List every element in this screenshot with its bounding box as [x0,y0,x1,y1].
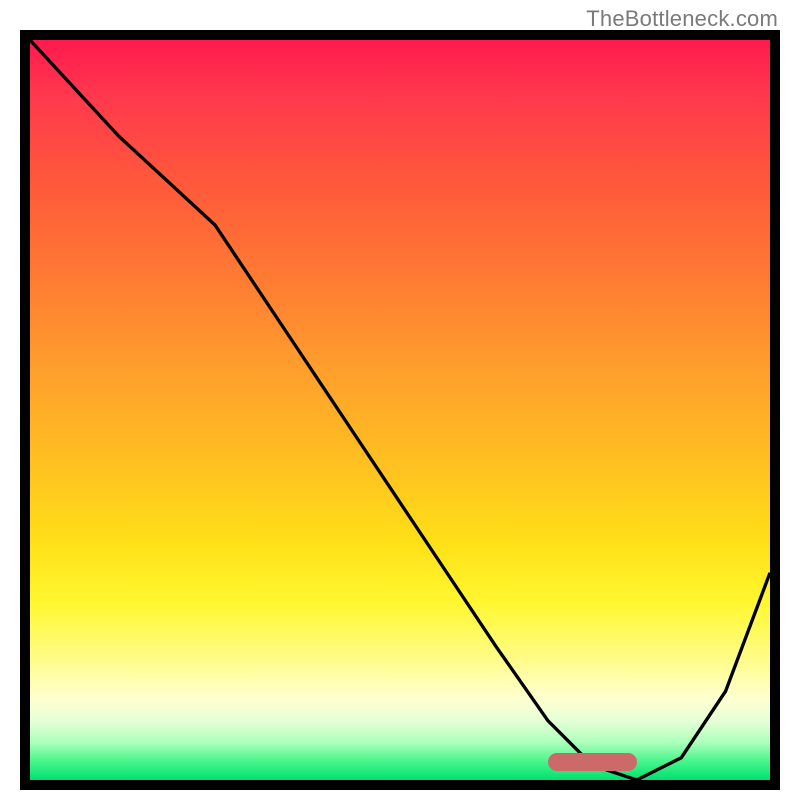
chart-frame [20,30,780,790]
bottleneck-curve [30,40,770,780]
watermark-text: TheBottleneck.com [586,6,778,32]
optimal-range-marker [548,753,637,771]
